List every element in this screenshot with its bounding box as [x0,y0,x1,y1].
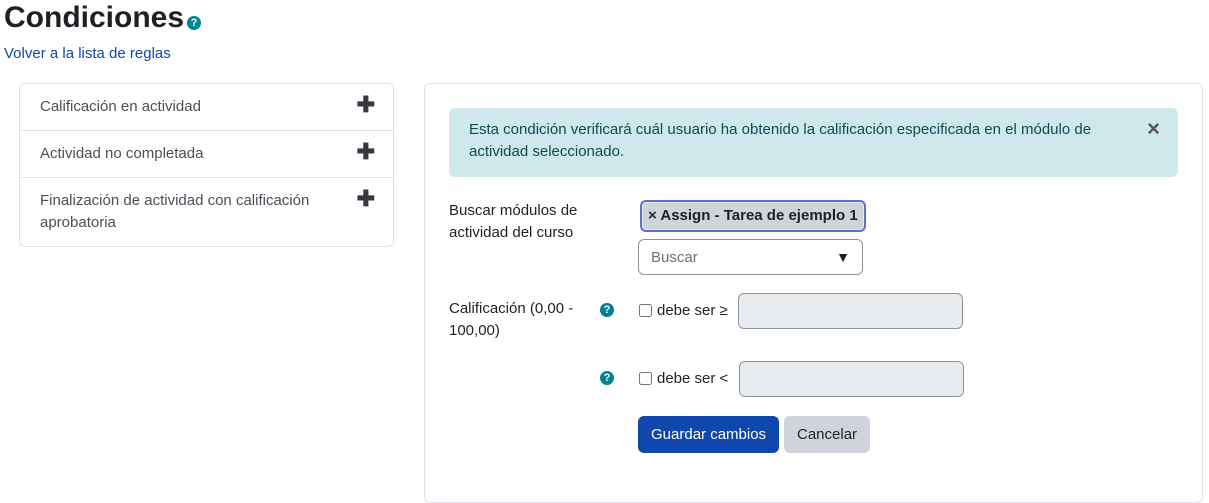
grade-label: Calificación (0,00 - 100,00) [449,300,574,339]
page-title-text: Condiciones [4,1,185,34]
plus-icon[interactable]: ✚ [357,188,375,210]
save-button[interactable]: Guardar cambios [638,416,780,453]
modules-label: Buscar módulos de actividad del curso [449,202,578,241]
plus-icon[interactable]: ✚ [357,94,375,116]
min-grade-checkbox[interactable] [639,304,652,317]
min-grade-check-label: debe ser ≥ [657,302,728,319]
info-alert: Esta condición verificará cuál usuario h… [449,108,1178,177]
help-icon[interactable]: ? [600,371,614,385]
min-grade-checkbox-row[interactable]: debe ser ≥ [639,302,728,319]
condition-item-label: Finalización de actividad con calificaci… [40,192,310,231]
max-grade-check-label: debe ser < [657,370,729,387]
conditions-list: Calificación en actividad ✚ Actividad no… [19,83,394,247]
chevron-down-icon: ▼ [836,249,850,265]
close-icon[interactable]: × [1147,118,1160,140]
max-grade-input[interactable] [739,361,964,397]
max-grade-checkbox-row[interactable]: debe ser < [639,370,728,387]
selected-module-tag[interactable]: × Assign - Tarea de ejemplo 1 [640,200,866,232]
alert-text: Esta condición verificará cuál usuario h… [469,121,1092,160]
condition-item-label: Actividad no completada [40,145,204,162]
condition-item-not-completed[interactable]: Actividad no completada ✚ [20,131,393,178]
cancel-button[interactable]: Cancelar [784,416,871,453]
condition-item-grade[interactable]: Calificación en actividad ✚ [20,84,393,131]
page-title: Condiciones ? [4,0,202,36]
plus-icon[interactable]: ✚ [357,141,375,163]
min-grade-input[interactable] [738,293,963,329]
condition-form-panel: Esta condición verificará cuál usuario h… [424,83,1203,503]
max-grade-checkbox[interactable] [639,372,652,385]
module-search-select[interactable]: Buscar ▼ [638,239,863,275]
search-placeholder: Buscar [651,248,698,266]
condition-item-label: Calificación en actividad [40,98,201,115]
help-icon[interactable]: ? [600,303,614,317]
back-to-rules-link[interactable]: Volver a la lista de reglas [4,45,171,62]
help-icon[interactable]: ? [187,16,202,30]
condition-item-passing-grade[interactable]: Finalización de actividad con calificaci… [20,178,393,246]
